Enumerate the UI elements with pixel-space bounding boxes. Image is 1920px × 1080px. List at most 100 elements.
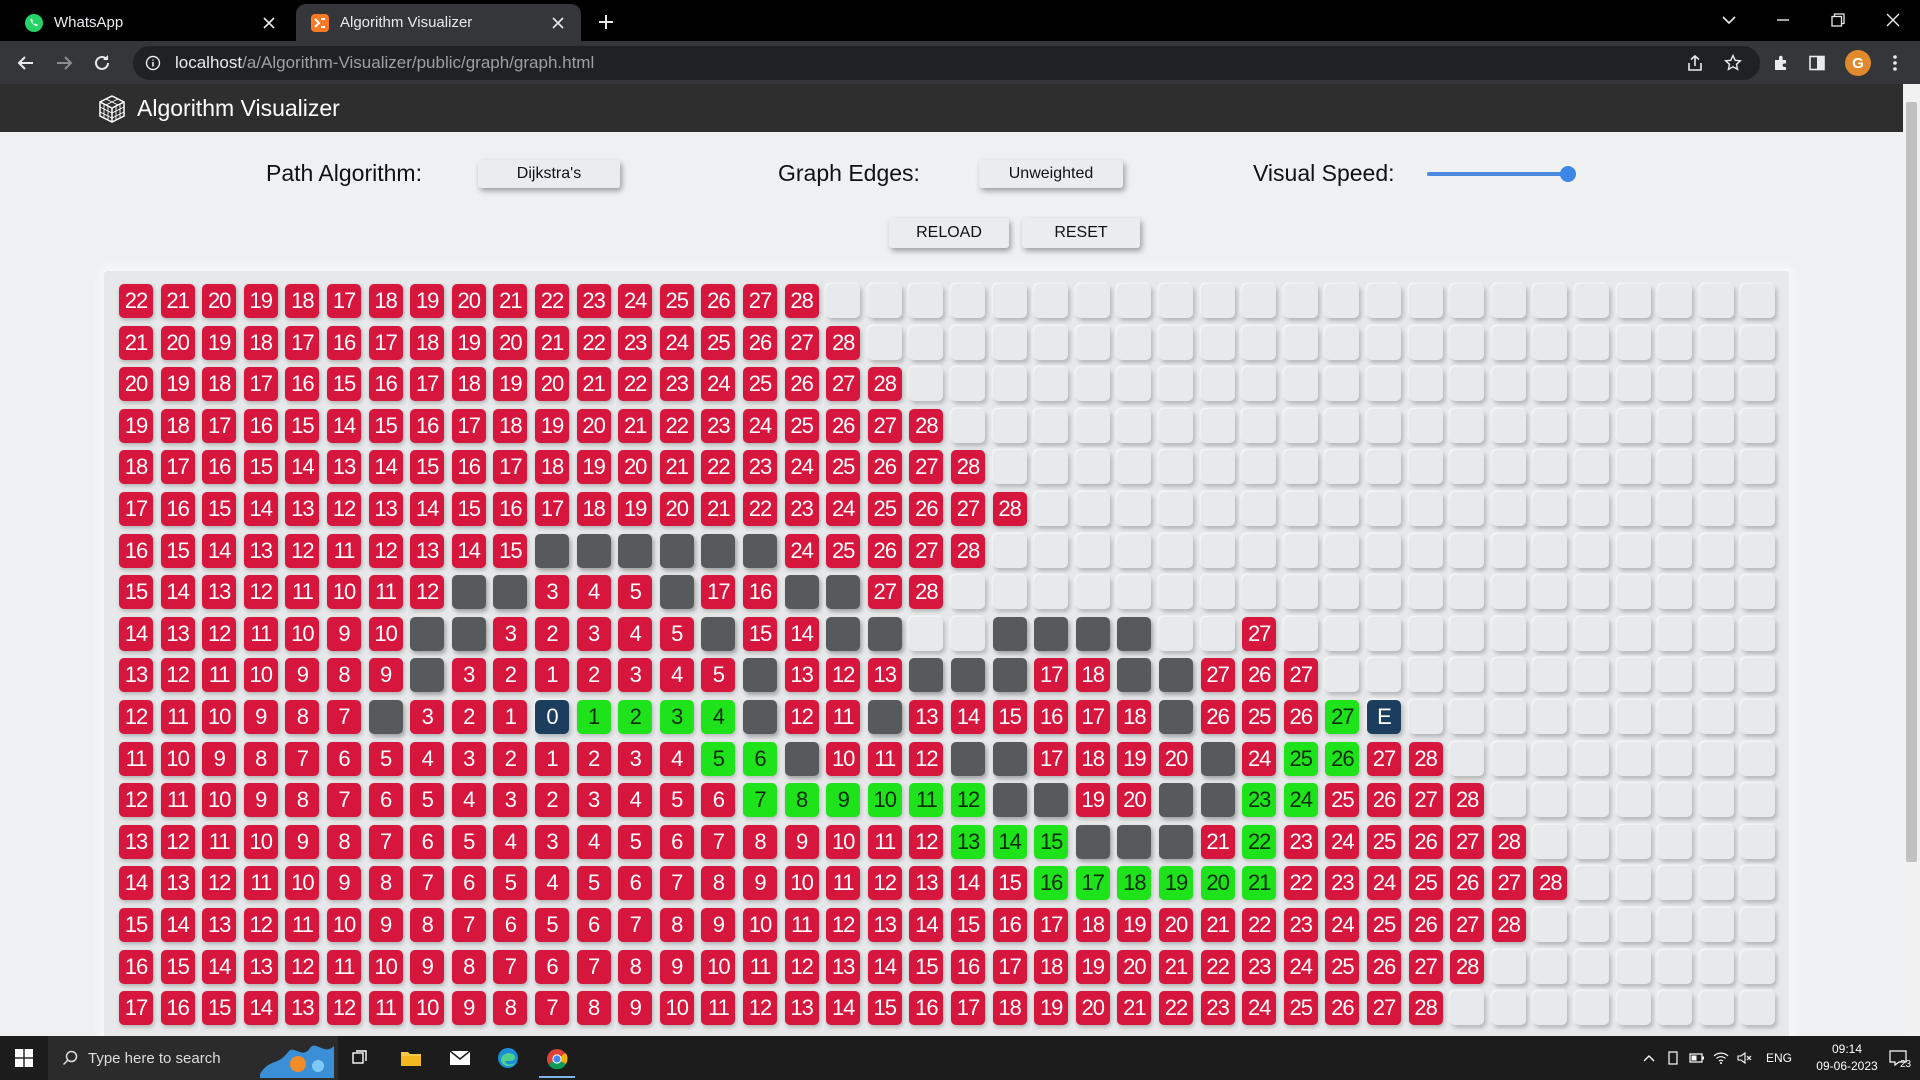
- grid-cell-empty[interactable]: [1616, 616, 1651, 651]
- grid-cell-wall[interactable]: [1200, 741, 1235, 776]
- grid-cell-empty[interactable]: [1325, 284, 1360, 318]
- grid-cell-visited[interactable]: 12: [743, 991, 777, 1026]
- grid-cell-path[interactable]: 27: [1325, 700, 1360, 734]
- grid-cell-visited[interactable]: 10: [285, 616, 320, 651]
- grid-cell-visited[interactable]: 15: [160, 533, 195, 568]
- grid-cell-visited[interactable]: 11: [826, 866, 861, 901]
- grid-cell-visited[interactable]: 7: [576, 949, 611, 984]
- grid-cell-empty[interactable]: [1283, 284, 1318, 318]
- grid-cell-visited[interactable]: 19: [1075, 949, 1110, 984]
- grid-cell-visited[interactable]: 13: [784, 991, 819, 1026]
- grid-cell-visited[interactable]: 16: [368, 367, 403, 402]
- grid-cell-empty[interactable]: [1658, 492, 1693, 526]
- grid-cell-visited[interactable]: 9: [327, 616, 361, 651]
- grid-cell-visited[interactable]: 16: [743, 575, 777, 610]
- grid-cell-empty[interactable]: [1616, 824, 1651, 859]
- grid-cell-visited[interactable]: 21: [160, 284, 195, 318]
- grid-cell-empty[interactable]: [1491, 658, 1526, 693]
- grid-cell-visited[interactable]: 13: [368, 492, 403, 526]
- grid-cell-visited[interactable]: 2: [535, 783, 569, 818]
- grid-cell-empty[interactable]: [1741, 824, 1776, 859]
- grid-cell-empty[interactable]: [1699, 492, 1734, 526]
- file-explorer-icon[interactable]: [393, 1042, 429, 1074]
- grid-cell-empty[interactable]: [1242, 450, 1277, 485]
- grid-cell-visited[interactable]: 18: [368, 284, 403, 318]
- grid-cell-visited[interactable]: 7: [659, 866, 694, 901]
- grid-cell-visited[interactable]: 6: [410, 824, 445, 859]
- grid-cell-visited[interactable]: 4: [451, 783, 486, 818]
- grid-cell-empty[interactable]: [1242, 367, 1277, 402]
- grid-cell-visited[interactable]: 5: [535, 908, 569, 942]
- grid-cell-visited[interactable]: 26: [826, 408, 861, 443]
- grid-cell-empty[interactable]: [1367, 325, 1401, 360]
- grid-cell-visited[interactable]: 15: [202, 991, 237, 1026]
- grid-cell-visited[interactable]: 11: [368, 575, 403, 610]
- grid-cell-visited[interactable]: 12: [368, 533, 403, 568]
- grid-cell-visited[interactable]: 6: [327, 741, 361, 776]
- grid-cell-visited[interactable]: 9: [451, 991, 486, 1026]
- grid-cell-visited[interactable]: 13: [243, 533, 278, 568]
- grid-cell-visited[interactable]: 10: [285, 866, 320, 901]
- grid-cell-visited[interactable]: 28: [992, 492, 1027, 526]
- grid-cell-empty[interactable]: [1408, 367, 1443, 402]
- grid-cell-path[interactable]: 20: [1200, 866, 1235, 901]
- grid-cell-empty[interactable]: [909, 616, 944, 651]
- grid-cell-visited[interactable]: 19: [1117, 908, 1152, 942]
- grid-cell-path[interactable]: 5: [701, 741, 736, 776]
- page-scrollbar[interactable]: [1903, 84, 1920, 1036]
- grid-cell-visited[interactable]: 24: [1242, 741, 1277, 776]
- notifications-icon[interactable]: 23: [1880, 1042, 1916, 1074]
- grid-cell-visited[interactable]: 28: [1408, 991, 1443, 1026]
- grid-cell-empty[interactable]: [1159, 284, 1193, 318]
- grid-cell-visited[interactable]: 23: [1283, 908, 1318, 942]
- grid-cell-visited[interactable]: 8: [327, 658, 361, 693]
- grid-cell-visited[interactable]: 18: [285, 284, 320, 318]
- grid-cell-empty[interactable]: [1283, 616, 1318, 651]
- grid-cell-visited[interactable]: 14: [119, 616, 153, 651]
- grid-cell-empty[interactable]: [1159, 450, 1193, 485]
- grid-cell-visited[interactable]: 24: [618, 284, 653, 318]
- grid-cell-visited[interactable]: 17: [202, 408, 237, 443]
- grid-cell-empty[interactable]: [992, 367, 1027, 402]
- grid-cell-visited[interactable]: 26: [701, 284, 736, 318]
- grid-cell-empty[interactable]: [1616, 783, 1651, 818]
- grid-cell-empty[interactable]: [1200, 367, 1235, 402]
- grid-cell-empty[interactable]: [1575, 616, 1609, 651]
- grid-cell-visited[interactable]: 13: [285, 991, 320, 1026]
- grid-cell-wall[interactable]: [826, 616, 861, 651]
- grid-cell-visited[interactable]: 15: [327, 367, 361, 402]
- grid-cell-visited[interactable]: 16: [909, 991, 944, 1026]
- grid-cell-empty[interactable]: [1450, 575, 1485, 610]
- grid-cell-empty[interactable]: [1450, 492, 1485, 526]
- grid-cell-wall[interactable]: [992, 658, 1027, 693]
- grid-cell-empty[interactable]: [951, 325, 985, 360]
- grid-cell-visited[interactable]: 21: [1159, 949, 1193, 984]
- grid-cell-visited[interactable]: 22: [743, 492, 777, 526]
- grid-cell-empty[interactable]: [1616, 908, 1651, 942]
- grid-cell-visited[interactable]: 12: [285, 949, 320, 984]
- grid-cell-empty[interactable]: [1159, 533, 1193, 568]
- grid-cell-visited[interactable]: 4: [659, 658, 694, 693]
- grid-cell-empty[interactable]: [1741, 741, 1776, 776]
- grid-cell-visited[interactable]: 18: [243, 325, 278, 360]
- grid-cell-path[interactable]: 4: [701, 700, 736, 734]
- grid-cell-empty[interactable]: [1533, 949, 1568, 984]
- grid-cell-wall[interactable]: [410, 616, 445, 651]
- grid-cell-empty[interactable]: [1325, 325, 1360, 360]
- grid-cell-visited[interactable]: 13: [243, 949, 278, 984]
- grid-cell-wall[interactable]: [992, 783, 1027, 818]
- grid-cell-visited[interactable]: 18: [1075, 658, 1110, 693]
- grid-cell-end[interactable]: E: [1367, 700, 1401, 734]
- grid-cell-empty[interactable]: [1491, 284, 1526, 318]
- grid-cell-visited[interactable]: 6: [368, 783, 403, 818]
- grid-cell-visited[interactable]: 7: [535, 991, 569, 1026]
- grid-cell-empty[interactable]: [1616, 866, 1651, 901]
- grid-cell-empty[interactable]: [1575, 450, 1609, 485]
- grid-cell-empty[interactable]: [1491, 616, 1526, 651]
- grid-cell-path[interactable]: 6: [743, 741, 777, 776]
- grid-cell-visited[interactable]: 9: [659, 949, 694, 984]
- site-info-icon[interactable]: [143, 53, 163, 73]
- grid-cell-visited[interactable]: 14: [826, 991, 861, 1026]
- grid-cell-empty[interactable]: [1367, 575, 1401, 610]
- grid-cell-visited[interactable]: 10: [202, 783, 237, 818]
